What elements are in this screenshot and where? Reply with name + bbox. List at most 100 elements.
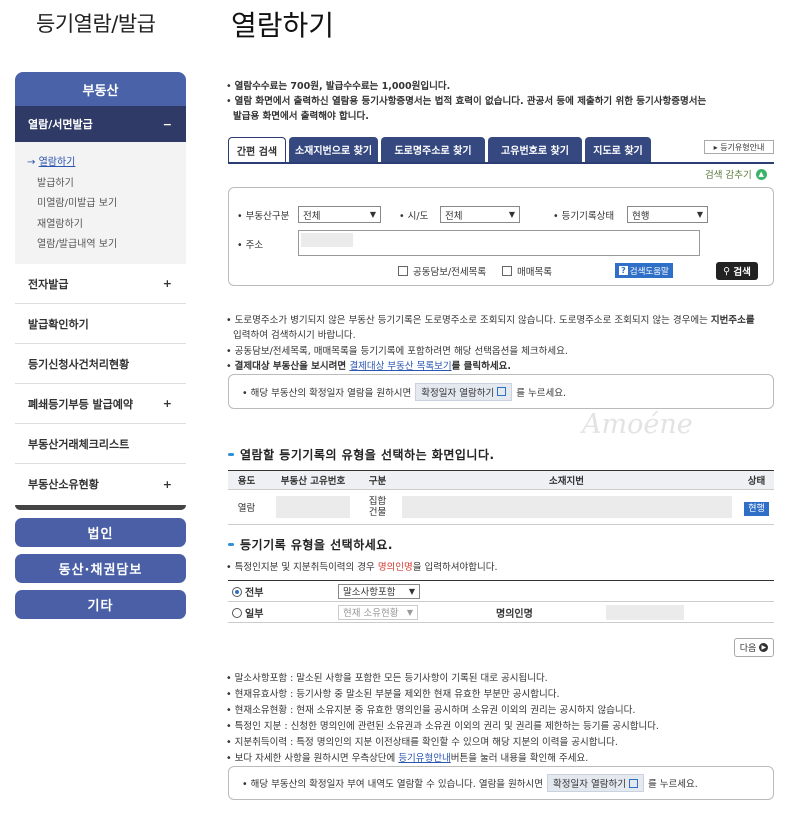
legal-note-cont: 발급용 화면에서 출력해야 합니다. [233,111,369,122]
address-input[interactable] [298,230,700,256]
sidebar-item-closed-reservation[interactable]: 폐쇄등기부등 발급예약 + [15,384,186,424]
sidebar-menu-real-estate[interactable]: 부동산 [15,72,186,106]
region-select[interactable]: 전체 ▼ [440,206,520,223]
confirm-date-view-button[interactable]: 확정일자 열람하기 [415,382,513,401]
question-icon: ? [619,266,628,275]
submenu-item-issue[interactable]: 발급하기 [15,174,186,195]
radio-partial[interactable]: 일부 [228,601,328,623]
sidebar-item-ownership[interactable]: 부동산소유현황 + [15,464,186,504]
radio-icon [232,607,242,618]
sidebar-button-other[interactable]: 기타 [15,590,186,619]
expand-icon[interactable]: + [163,277,172,290]
desc-note-4: • 특정인 지분 : 신청한 명의인에 관련된 소유권과 소유권 이외의 권리 … [226,721,659,732]
all-option-select[interactable]: 말소사항포함 ▼ [338,583,420,599]
collapse-icon[interactable]: − [163,118,172,131]
desc-note-2: • 현재유효사항 : 등기사항 중 말소된 부분을 제외한 현재 유효한 부분만… [226,689,560,700]
sidebar-item-e-issue[interactable]: 전자발급 + [15,264,186,304]
partial-option-select[interactable]: 현재 소유현황 ▼ [338,604,418,620]
sidebar-item-label: 발급확인하기 [28,317,89,331]
checkbox-icon [502,266,512,276]
type-section-title: 등기기록 유형을 선택하세요. [228,536,393,553]
collapse-label: 검색 감추기 [705,170,752,181]
chevron-down-icon: ▼ [696,210,703,219]
row-type: 집합건물 [361,489,394,525]
expand-icon[interactable]: + [163,478,172,491]
fee-note: • 열람수수료는 700원, 발급수수료는 1,000원입니다. [226,81,451,92]
payment-note: • 결제대상 부동산을 보시려면 결제대상 부동산 목록보기를 클릭하세요. [226,361,511,372]
chevron-down-icon: ▼ [369,210,376,219]
confirm-date-notice-2: • 해당 부동산의 확정일자 부여 내역도 열람할 수 있습니다. 열람을 원하… [228,766,774,800]
desc-note-5: • 지분취득이력 : 특정 명의인의 지분 이전상태를 확인할 수 있으며 해당… [226,737,618,748]
payment-list-link[interactable]: 결제대상 부동산 목록보기 [349,361,451,372]
record-status-select[interactable]: 현행 ▼ [627,206,708,223]
header-status: 상태 [739,470,774,490]
registry-type-guide-link[interactable]: 등기유형안내 [398,753,450,764]
tab-map[interactable]: 지도로 찾기 [585,137,651,162]
partial-option-cell: 현재 소유현황 ▼ [328,601,496,623]
confirm-date-view-button-2[interactable]: 확정일자 열람하기 [547,774,644,792]
chevron-down-icon: ▼ [408,586,415,596]
road-address-note: • 도로명주소가 병기되지 않은 부동산 등기기록은 도로명주소로 조회되지 않… [226,315,755,326]
status-badge: 현행 [744,501,769,516]
radio-all[interactable]: 전부 [228,580,328,602]
tab-road-address[interactable]: 도로명주소로 찾기 [381,137,485,162]
submenu-item-review[interactable]: 재열람하기 [15,215,186,236]
sidebar-title: 등기열람/발급 [36,12,156,36]
guide-label: 등기유형안내 [720,142,765,152]
tab-simple-search[interactable]: 간편 검색 [228,137,286,162]
sidebar-item-view-issue[interactable]: 열람/서면발급 − [15,106,186,142]
table-row[interactable]: 열람 집합건물 현행 [228,489,774,525]
sidebar-item-label: 열람/서면발급 [28,118,93,131]
all-option-cell: 말소사항포함 ▼ [328,580,774,602]
arrow-right-icon: ▶ [759,643,769,652]
confirm-date-notice: • 해당 부동산의 확정일자 열람을 원하시면 확정일자 열람하기 를 누르세요… [228,374,774,409]
record-section-title: 열람할 등기기록의 유형을 선택하는 화면입니다. [228,446,495,463]
collateral-checkbox[interactable]: 공동담보/전세목록 [398,264,486,278]
property-type-select[interactable]: 전체 ▼ [298,206,381,223]
sidebar-item-label: 부동산소유현황 [28,478,99,491]
collapse-search-toggle[interactable]: 검색 감추기 ▲ [705,167,767,181]
record-table: 용도 부동산 고유번호 구분 소재지번 상태 열람 집합건물 현행 [228,470,774,525]
search-button[interactable]: ⚲ 검색 [716,262,758,280]
sidebar-item-verify[interactable]: 발급확인하기 [15,304,186,344]
watermark-logo: Amoéne [582,409,693,440]
chevron-down-icon: ▼ [508,210,515,219]
address-label: • 주소 [237,240,264,251]
sidebar-item-checklist[interactable]: 부동산거래체크리스트 [15,424,186,464]
header-type: 구분 [361,470,394,490]
radio-icon [232,586,242,597]
sidebar-divider [15,505,186,510]
owner-name-input[interactable] [606,604,684,620]
sidebar-item-label: 등기신청사건처리현황 [28,357,130,371]
header-location: 소재지번 [394,470,739,490]
submenu-item-view[interactable]: → 열람하기 [15,153,186,174]
external-link-icon [628,778,638,788]
submenu-item-history[interactable]: 열람/발급내역 보기 [15,235,186,256]
address-input-redacted [301,233,353,247]
desc-note-3: • 현재소유현황 : 현재 소유지분 중 유효한 명의인을 공시하며 소유권 이… [226,705,636,716]
sidebar-button-corporation[interactable]: 법인 [15,518,186,547]
header-unique-number: 부동산 고유번호 [265,470,361,490]
owner-name-label: 명의인명 [496,601,596,623]
next-button[interactable]: 다음 ▶ [734,638,774,657]
desc-note-1: • 말소사항포함 : 말소된 사항을 포함한 모든 등기사항이 기록된 대로 공… [226,673,548,684]
legal-note: • 열람 화면에서 출력하신 열람용 등기사항증명서는 법적 효력이 없습니다.… [226,96,707,107]
row-location [394,489,739,525]
desc-note-6: • 보다 자세한 사항을 원하시면 우측상단에 등기유형안내버튼을 눌러 내용을… [226,753,589,764]
road-address-note-cont: 입력하여 검색하시기 바랍니다. [233,330,356,341]
tab-lot-number[interactable]: 소재지번으로 찾기 [289,137,378,162]
region-label: • 시/도 [399,211,429,222]
sidebar-button-movable[interactable]: 동산·채권담보 [15,554,186,583]
record-type-table: 전부 말소사항포함 ▼ 일부 현재 소유현황 ▼ 명의인명 [228,580,774,623]
expand-icon[interactable]: + [163,397,172,410]
tab-unique-number[interactable]: 고유번호로 찾기 [488,137,582,162]
sidebar-item-label: 부동산거래체크리스트 [28,437,130,451]
sales-list-checkbox[interactable]: 매매목록 [502,264,552,278]
registry-type-guide-button[interactable]: ▸ 등기유형안내 [704,140,774,154]
sidebar-item-case-status[interactable]: 등기신청사건처리현황 [15,344,186,384]
sidebar-item-label: 폐쇄등기부등 발급예약 [28,397,134,411]
search-help-button[interactable]: ? 검색도움말 [615,263,673,278]
header-use: 용도 [228,470,265,490]
row-status: 현행 [739,489,774,525]
submenu-item-pending[interactable]: 미열람/미발급 보기 [15,194,186,215]
